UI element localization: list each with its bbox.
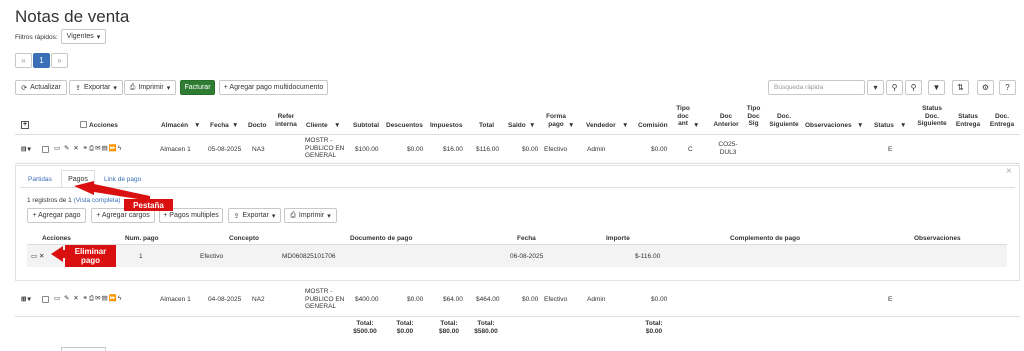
tab-arrow-shape	[74, 181, 150, 201]
delete-payment-callout: Eliminar pago	[65, 245, 116, 267]
callout-arrows	[51, 181, 150, 262]
tab-callout: Pestaña	[124, 199, 173, 211]
